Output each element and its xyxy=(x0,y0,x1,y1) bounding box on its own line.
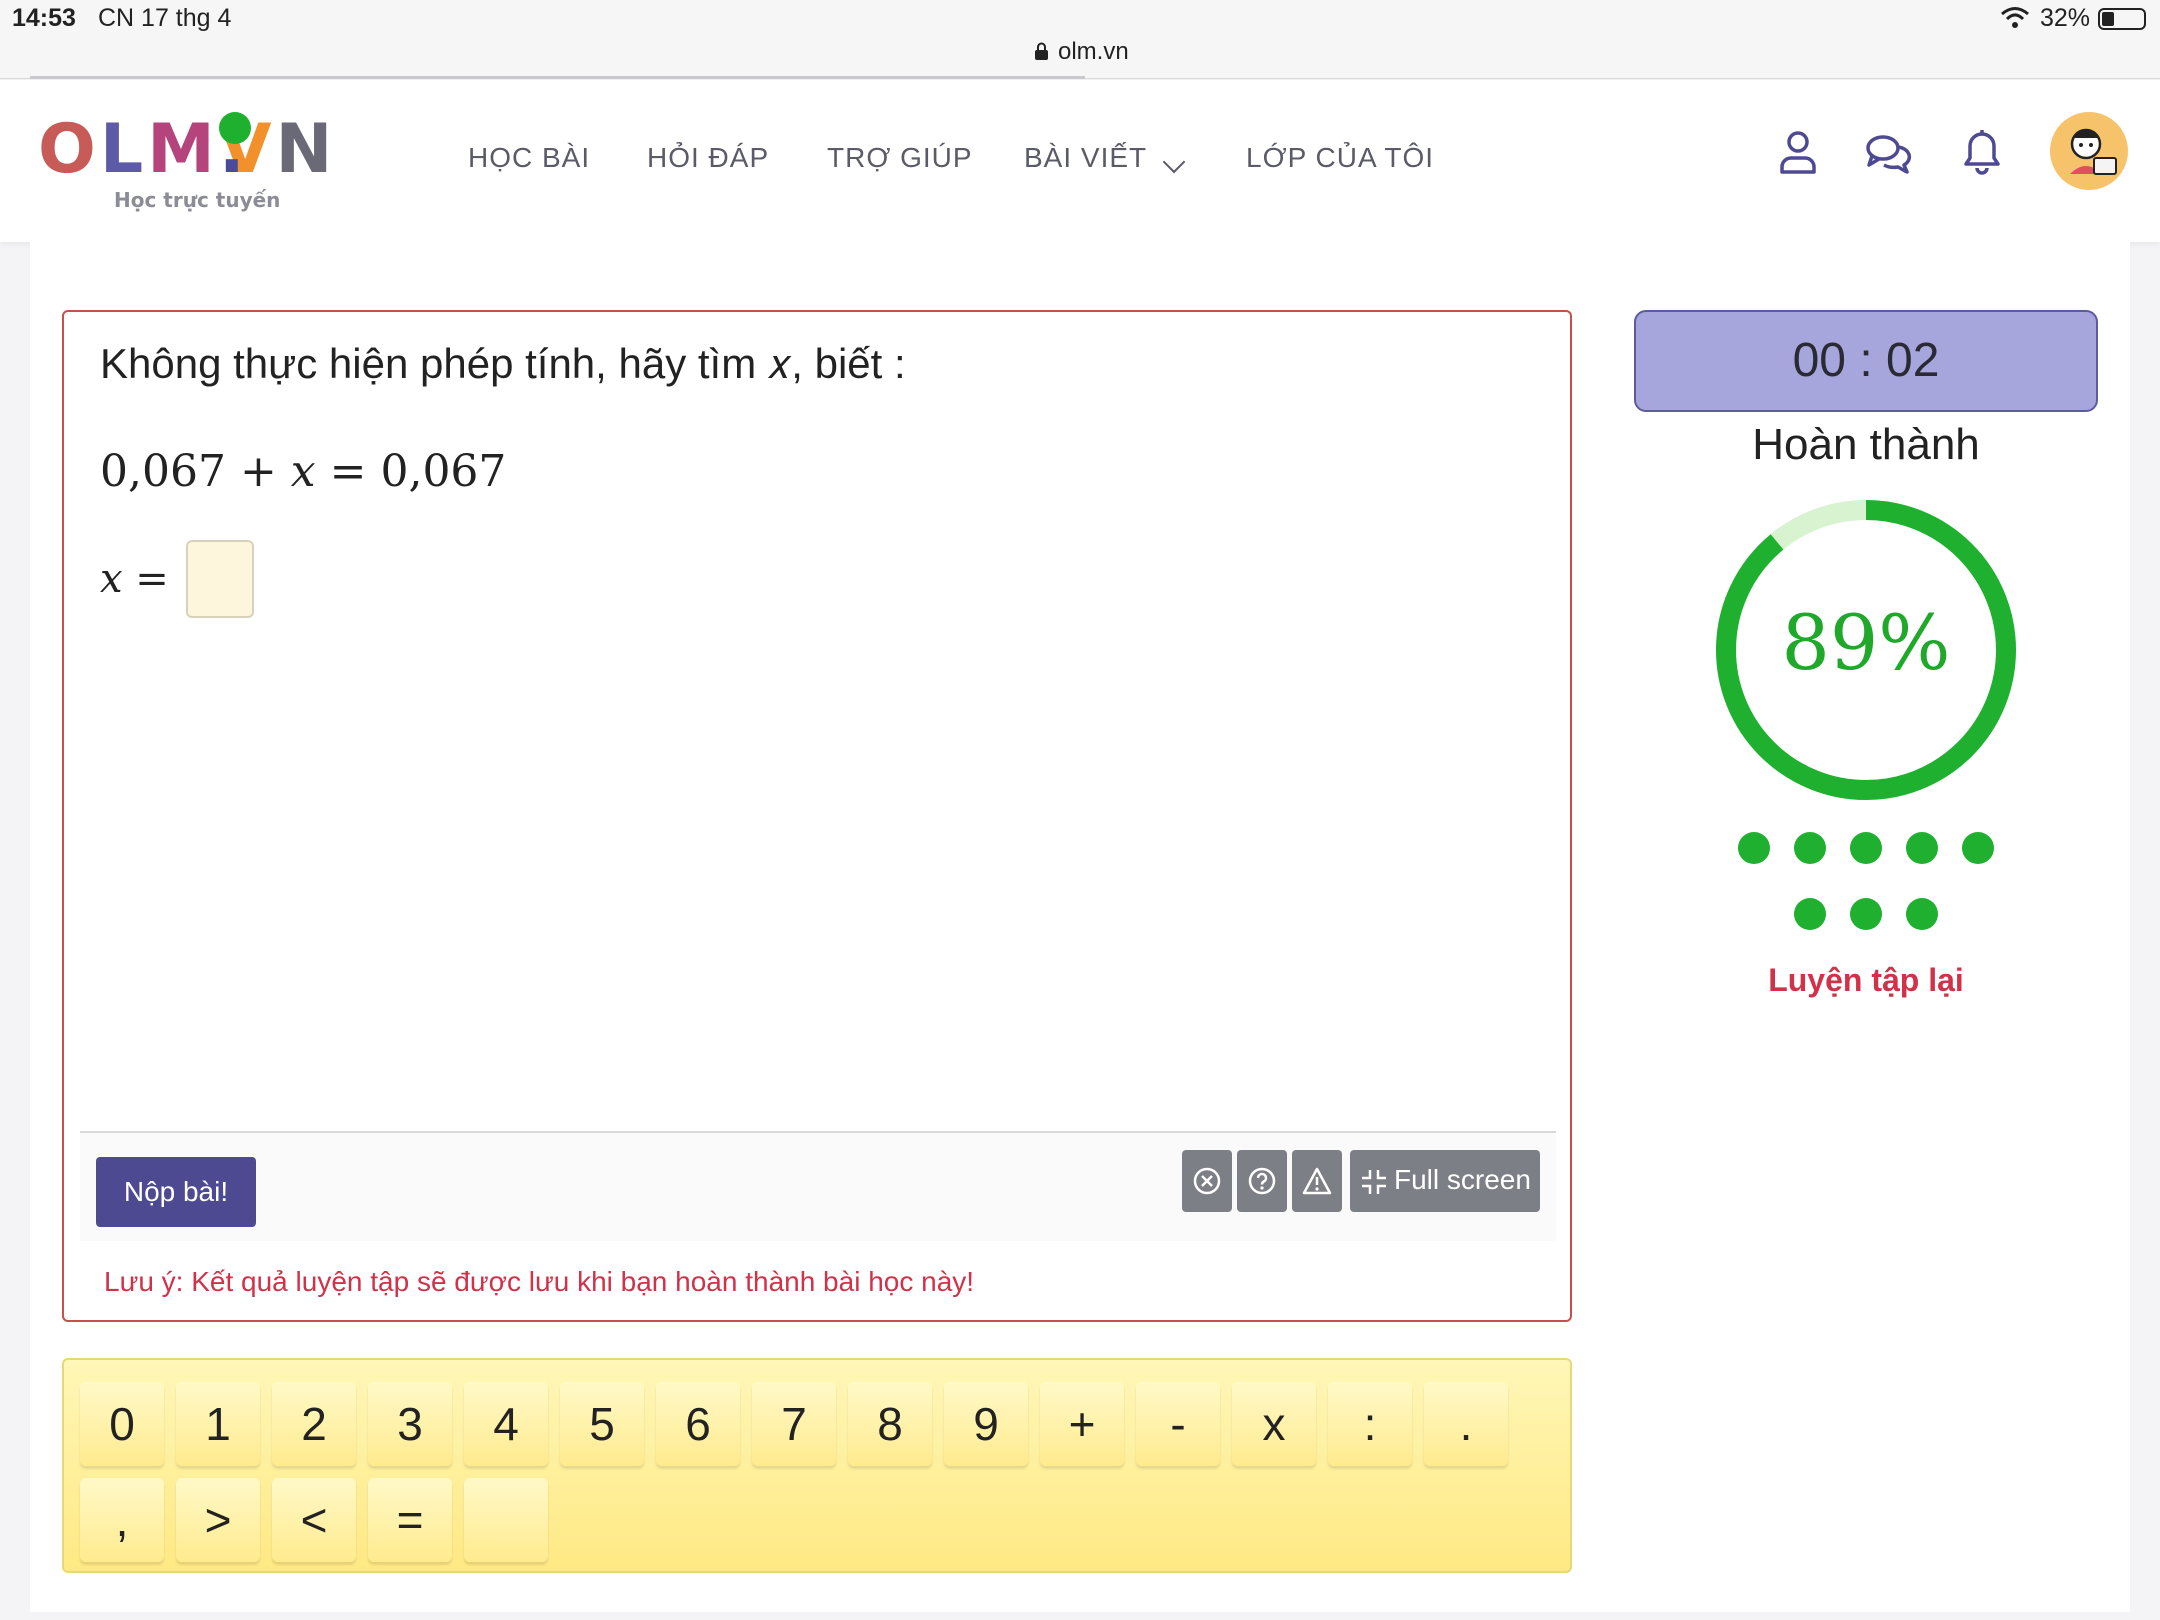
nav-lop-cua-toi[interactable]: LỚP CỦA TÔI xyxy=(1246,142,1434,174)
status-label: Hoàn thành xyxy=(1752,420,1980,469)
keypad-key[interactable]: 0 xyxy=(80,1382,164,1466)
logo-letter: L xyxy=(99,110,148,189)
question-status-dot[interactable] xyxy=(1850,898,1882,930)
fullscreen-label: Full screen xyxy=(1394,1164,1531,1195)
keypad-key[interactable]: . xyxy=(1424,1382,1508,1466)
keypad-key[interactable]: 2 xyxy=(272,1382,356,1466)
nav-hoc-bai[interactable]: HỌC BÀI xyxy=(468,142,590,174)
keypad-key[interactable]: : xyxy=(1328,1382,1412,1466)
question-status-dot[interactable] xyxy=(1794,898,1826,930)
close-circle-icon xyxy=(1193,1167,1221,1195)
logo-letter: M xyxy=(147,110,219,189)
nav-bai-viet[interactable]: BÀI VIẾT xyxy=(1024,142,1147,174)
question-status-dot[interactable] xyxy=(1850,832,1882,864)
logo[interactable]: OLM. VN xyxy=(38,112,336,188)
keypad-key[interactable]: 1 xyxy=(176,1382,260,1466)
lock-icon xyxy=(1035,42,1048,60)
logo-letter: . xyxy=(218,112,251,188)
retry-link[interactable]: Luyện tập lại xyxy=(1634,962,2098,999)
ios-status-bar: 14:53 CN 17 thg 4 olm.vn 32% xyxy=(0,0,2160,79)
keypad-key[interactable]: < xyxy=(272,1478,356,1562)
question-status-dot[interactable] xyxy=(1906,832,1938,864)
keypad-key[interactable]: 3 xyxy=(368,1382,452,1466)
keypad-key[interactable]: = xyxy=(368,1478,452,1562)
keypad-key[interactable]: > xyxy=(176,1478,260,1562)
avatar[interactable] xyxy=(2050,112,2128,190)
wifi-icon xyxy=(2001,7,2029,28)
report-button[interactable] xyxy=(1292,1150,1342,1212)
battery-percent: 32% xyxy=(2040,4,2091,32)
keypad-key[interactable]: 5 xyxy=(560,1382,644,1466)
logo-letter: O xyxy=(38,110,100,189)
fullscreen-icon xyxy=(1362,1170,1386,1194)
fullscreen-button[interactable]: Full screen xyxy=(1350,1150,1540,1212)
tab-indicator xyxy=(30,76,1085,79)
question-status-dot[interactable] xyxy=(1794,832,1826,864)
logo-tagline: Học trực tuyến xyxy=(114,188,281,212)
question-equation: 0,067 + 𝑥 = 0,067 xyxy=(100,446,507,497)
user-icon[interactable] xyxy=(1774,128,1822,176)
keypad-key[interactable]: 8 xyxy=(848,1382,932,1466)
battery-icon xyxy=(2098,8,2146,30)
keypad-key[interactable]: 4 xyxy=(464,1382,548,1466)
help-button[interactable] xyxy=(1237,1150,1287,1212)
clock-time: 14:53 xyxy=(12,4,76,32)
submit-button[interactable]: Nộp bài! xyxy=(96,1157,256,1227)
bell-icon[interactable] xyxy=(1958,128,2006,176)
question-status-dot[interactable] xyxy=(1906,898,1938,930)
save-note: Lưu ý: Kết quả luyện tập sẽ được lưu khi… xyxy=(104,1266,975,1297)
keypad-key[interactable]: 9 xyxy=(944,1382,1028,1466)
question-prompt: Không thực hiện phép tính, hãy tìm 𝑥, bi… xyxy=(100,340,906,387)
answer-input[interactable] xyxy=(186,540,254,618)
question-status-dot[interactable] xyxy=(1738,832,1770,864)
keypad-key[interactable] xyxy=(464,1478,548,1562)
keypad-key[interactable]: + xyxy=(1040,1382,1124,1466)
keypad-key[interactable]: x xyxy=(1232,1382,1316,1466)
status-date: CN 17 thg 4 xyxy=(98,4,232,32)
question-circle-icon xyxy=(1248,1167,1276,1195)
logo-letter: N xyxy=(275,110,337,189)
keypad-key[interactable]: - xyxy=(1136,1382,1220,1466)
clear-button[interactable] xyxy=(1182,1150,1232,1212)
answer-label: 𝑥 = xyxy=(100,556,169,602)
nav-hoi-dap[interactable]: HỎI ĐÁP xyxy=(647,142,769,174)
progress-percent: 89% xyxy=(1781,598,1951,687)
keypad-key[interactable]: 6 xyxy=(656,1382,740,1466)
keypad-key[interactable]: , xyxy=(80,1478,164,1562)
nav-tro-giup[interactable]: TRỢ GIÚP xyxy=(827,142,973,174)
chat-icon[interactable] xyxy=(1864,128,1912,176)
timer-display: 00 : 02 xyxy=(1634,310,2098,412)
keypad-key[interactable]: 7 xyxy=(752,1382,836,1466)
warning-icon xyxy=(1302,1167,1332,1195)
avatar-image xyxy=(2070,128,2117,175)
address-bar-url[interactable]: olm.vn xyxy=(1058,38,1129,66)
question-status-dot[interactable] xyxy=(1962,832,1994,864)
